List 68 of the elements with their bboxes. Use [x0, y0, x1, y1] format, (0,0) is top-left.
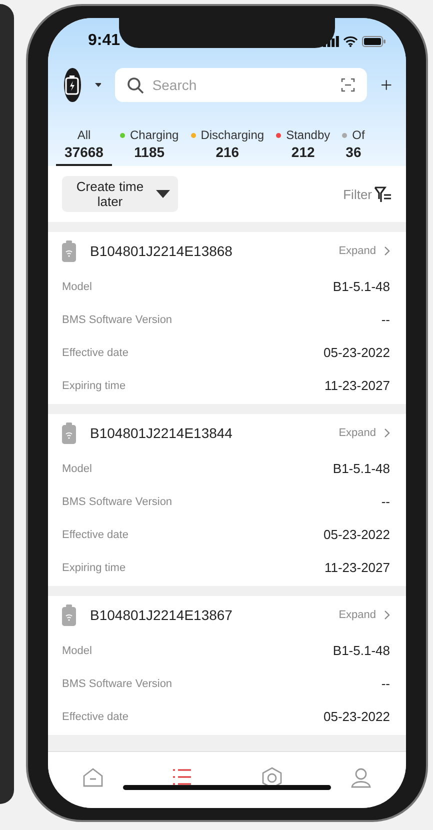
caret-icon[interactable] — [94, 81, 102, 89]
field-value: 05-23-2022 — [324, 709, 390, 724]
field-value: B1-5.1-48 — [332, 461, 390, 476]
field-label: Effective date — [62, 346, 128, 358]
status-tab[interactable]: Charging 1185 — [116, 128, 183, 166]
tab-label: Standby — [286, 128, 330, 142]
field-label: Effective date — [62, 710, 128, 722]
sort-dropdown[interactable]: Create time later — [62, 176, 178, 212]
tab-label: All — [77, 128, 91, 142]
field-label: Expiring time — [62, 562, 126, 574]
field-label: BMS Software Version — [62, 496, 172, 508]
field-label: Model — [62, 644, 92, 656]
field-label: BMS Software Version — [62, 314, 172, 326]
filter-icon — [374, 186, 392, 202]
chevron-right-icon — [384, 428, 390, 438]
user-icon[interactable] — [350, 767, 372, 789]
field-value: 05-23-2022 — [324, 345, 390, 360]
chevron-right-icon — [384, 610, 390, 620]
field-label: Model — [62, 280, 92, 292]
home-icon[interactable] — [82, 767, 104, 789]
tab-label: Charging — [130, 128, 179, 142]
field-label: Effective date — [62, 528, 128, 540]
status-tab[interactable]: Standby 212 — [272, 128, 334, 166]
chevron-right-icon — [384, 246, 390, 256]
expand-link[interactable]: Expand — [338, 609, 390, 621]
tab-count: 216 — [216, 144, 240, 160]
device-id: B104801J2214E13867 — [90, 607, 234, 623]
device-id: B104801J2214E13844 — [90, 425, 234, 441]
filter-button[interactable]: Filter — [343, 186, 392, 202]
field-value: 11-23-2027 — [324, 560, 390, 575]
tab-count: 1185 — [134, 144, 165, 160]
battery-device-button[interactable] — [64, 68, 81, 102]
wifi-icon — [343, 36, 358, 46]
field-label: Model — [62, 462, 92, 474]
field-value: -- — [381, 676, 390, 691]
status-tab[interactable]: Discharging 216 — [186, 128, 268, 166]
status-tab[interactable]: Of 36 — [338, 128, 369, 166]
battery-status-icon — [362, 36, 386, 46]
field-label: Expiring time — [62, 380, 126, 392]
field-value: B1-5.1-48 — [332, 279, 390, 294]
field-value: B1-5.1-48 — [332, 643, 390, 658]
tab-count: 37668 — [64, 144, 104, 160]
field-label: BMS Software Version — [62, 678, 172, 690]
tab-count: 36 — [346, 144, 362, 160]
field-value: 05-23-2022 — [324, 527, 390, 542]
caret-icon — [156, 190, 170, 198]
battery-icon — [62, 422, 76, 444]
search-icon — [127, 76, 144, 94]
field-value: -- — [381, 494, 390, 509]
status-time: 9:41 — [88, 32, 120, 50]
expand-link[interactable]: Expand — [338, 245, 390, 257]
field-value: -- — [381, 312, 390, 327]
tab-label: Discharging — [200, 128, 264, 142]
device-card[interactable]: B104801J2214E13844 Expand Model B1-5.1-48 BMS Software Version -- Effective date 05-23-2022 Expiring time 11-23-2027 — [48, 414, 406, 586]
tab-label: Of — [352, 128, 365, 142]
search-bar[interactable]: Search — [115, 68, 368, 102]
expand-link[interactable]: Expand — [338, 427, 390, 439]
device-card[interactable]: B104801J2214E13867 Expand Model B1-5.1-48 BMS Software Version -- Effective date 05-23-2022 — [48, 596, 406, 735]
field-value: 11-23-2027 — [324, 378, 390, 393]
battery-icon — [62, 240, 76, 262]
charging-battery-icon — [65, 75, 80, 95]
signal-icon — [323, 36, 339, 46]
scan-icon[interactable] — [341, 78, 356, 92]
device-id: B104801J2214E13868 — [90, 243, 234, 259]
search-input[interactable]: Search — [150, 76, 336, 94]
tab-count: 212 — [291, 144, 315, 160]
battery-icon — [62, 604, 76, 626]
device-card[interactable]: B104801J2214E13868 Expand Model B1-5.1-48 BMS Software Version -- Effective date 05-23-2022 Expiring time 11-23-2027 — [48, 232, 406, 404]
